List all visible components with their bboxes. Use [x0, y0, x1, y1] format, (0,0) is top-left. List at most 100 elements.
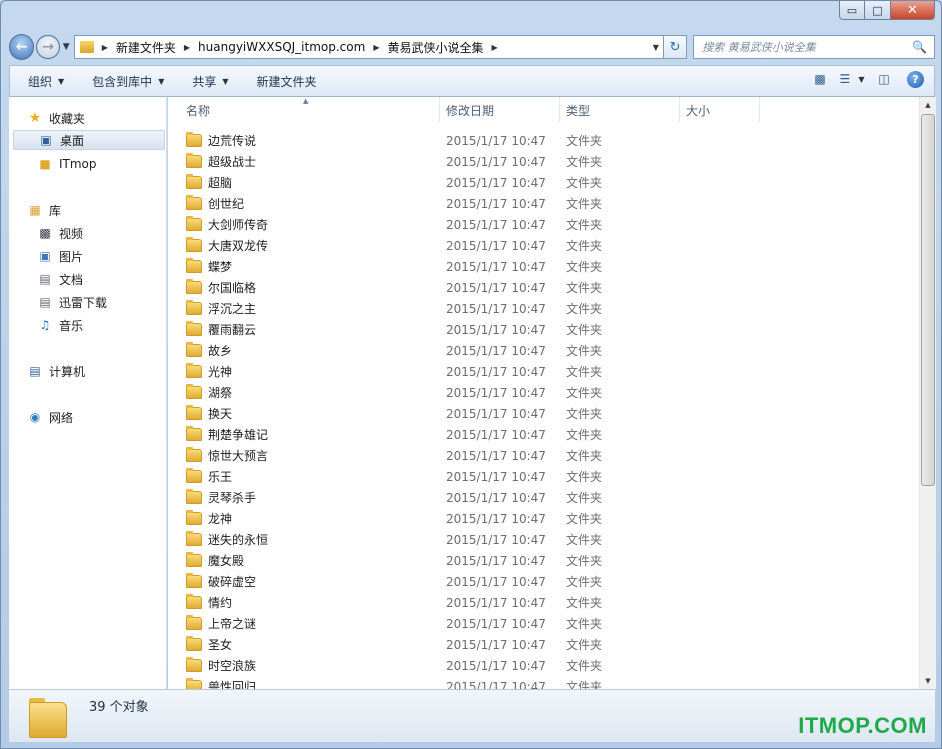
nav-documents[interactable]: ▤ 文档	[37, 269, 83, 289]
view-options-button[interactable]: ☰ ▼	[839, 70, 865, 88]
file-row[interactable]: 超级战士 2015/1/17 10:47 文件夹	[168, 151, 919, 172]
share-label: 共享	[192, 74, 217, 89]
file-row[interactable]: 龙神 2015/1/17 10:47 文件夹	[168, 508, 919, 529]
nav-pictures-label: 图片	[59, 249, 84, 264]
nav-music-label: 音乐	[59, 318, 84, 333]
nav-pictures[interactable]: ▣ 图片	[37, 246, 83, 266]
file-row[interactable]: 尔国临格 2015/1/17 10:47 文件夹	[168, 277, 919, 298]
nav-computer[interactable]: ▤ 计算机	[27, 361, 85, 381]
search-input[interactable]	[702, 40, 903, 54]
chevron-right-icon[interactable]: ▶	[373, 43, 379, 52]
file-list: ▲ 名称 修改日期 类型 大小 边荒传说 2015/1/17 10:47 文件夹 超级…	[168, 97, 919, 689]
address-bar[interactable]: ▶ 新建文件夹 ▶ huangyiWXXSQJ_itmop.com ▶ 黄易武侠…	[73, 35, 664, 59]
nav-itmop[interactable]: ■ ITmop	[37, 154, 96, 174]
file-row[interactable]: 迷失的永恒 2015/1/17 10:47 文件夹	[168, 529, 919, 550]
file-name: 兽性回归	[208, 680, 257, 689]
nav-libraries[interactable]: ▦ 库	[27, 200, 61, 220]
breadcrumb-item[interactable]: 黄易武侠小说全集	[387, 39, 483, 56]
file-date: 2015/1/17 10:47	[446, 469, 546, 484]
file-date: 2015/1/17 10:47	[446, 238, 546, 253]
nav-network[interactable]: ◉ 网络	[27, 407, 73, 427]
file-type: 文件夹	[566, 365, 603, 379]
file-row[interactable]: 荆楚争雄记 2015/1/17 10:47 文件夹	[168, 424, 919, 445]
scroll-up-button[interactable]: ▲	[920, 97, 936, 113]
nav-music[interactable]: ♫ 音乐	[37, 315, 83, 335]
file-row[interactable]: 情约 2015/1/17 10:47 文件夹	[168, 592, 919, 613]
file-row[interactable]: 湖祭 2015/1/17 10:47 文件夹	[168, 382, 919, 403]
preview-pane-icon[interactable]: ◫	[875, 70, 893, 88]
picture-icon: ▣	[39, 249, 51, 263]
chevron-right-icon[interactable]: ▶	[102, 43, 108, 52]
file-row[interactable]: 蝶梦 2015/1/17 10:47 文件夹	[168, 256, 919, 277]
file-row[interactable]: 惊世大预言 2015/1/17 10:47 文件夹	[168, 445, 919, 466]
folder-icon	[186, 237, 202, 252]
file-row[interactable]: 故乡 2015/1/17 10:47 文件夹	[168, 340, 919, 361]
include-library-button[interactable]: 包含到库中 ▼	[78, 69, 178, 93]
refresh-button[interactable]: ↻	[663, 35, 688, 59]
column-header-name[interactable]: ▲ 名称	[168, 97, 440, 123]
file-row[interactable]: 边荒传说 2015/1/17 10:47 文件夹	[168, 130, 919, 151]
file-row[interactable]: 兽性回归 2015/1/17 10:47 文件夹	[168, 676, 919, 689]
search-icon[interactable]: 🔍	[912, 40, 927, 54]
file-row[interactable]: 破碎虚空 2015/1/17 10:47 文件夹	[168, 571, 919, 592]
help-icon[interactable]: ?	[907, 70, 924, 88]
nav-desktop[interactable]: ▣ 桌面	[13, 130, 165, 150]
vertical-scrollbar[interactable]: ▲ ▼	[919, 97, 936, 689]
column-date-label: 修改日期	[446, 103, 495, 118]
folder-icon	[186, 405, 202, 420]
file-name: 超脑	[208, 176, 233, 190]
file-row[interactable]: 上帝之谜 2015/1/17 10:47 文件夹	[168, 613, 919, 634]
file-name-cell: 超脑	[168, 174, 440, 191]
maximize-button[interactable]: □	[865, 1, 891, 20]
arrow-down-icon: ▼	[925, 677, 931, 685]
file-row[interactable]: 灵琴杀手 2015/1/17 10:47 文件夹	[168, 487, 919, 508]
file-name: 湖祭	[208, 386, 233, 400]
file-name: 覆雨翻云	[208, 323, 257, 337]
folder-icon	[186, 132, 202, 147]
file-row[interactable]: 魔女殿 2015/1/17 10:47 文件夹	[168, 550, 919, 571]
breadcrumb-item[interactable]: 新建文件夹	[116, 39, 176, 56]
address-dropdown-icon[interactable]: ▼	[653, 43, 659, 52]
file-row[interactable]: 浮沉之主 2015/1/17 10:47 文件夹	[168, 298, 919, 319]
file-row[interactable]: 超脑 2015/1/17 10:47 文件夹	[168, 172, 919, 193]
nav-videos[interactable]: ▩ 视频	[37, 223, 83, 243]
minimize-button[interactable]: ▭	[839, 1, 865, 20]
arrow-up-icon: ▲	[925, 101, 931, 109]
chevron-right-icon[interactable]: ▶	[184, 43, 190, 52]
close-button[interactable]: ✕	[891, 1, 935, 20]
computer-icon: ▤	[29, 364, 41, 378]
file-type: 文件夹	[566, 176, 603, 190]
file-row[interactable]: 覆雨翻云 2015/1/17 10:47 文件夹	[168, 319, 919, 340]
recent-pages-dropdown[interactable]: ▼	[63, 42, 70, 52]
file-row[interactable]: 换天 2015/1/17 10:47 文件夹	[168, 403, 919, 424]
breadcrumb-item[interactable]: huangyiWXXSQJ_itmop.com	[198, 40, 365, 54]
file-row[interactable]: 圣女 2015/1/17 10:47 文件夹	[168, 634, 919, 655]
chevron-down-icon: ▼	[858, 74, 865, 84]
column-header-size[interactable]: 大小	[680, 97, 760, 123]
back-button[interactable]: ←	[9, 34, 35, 60]
download-folder-icon: ▤	[39, 295, 51, 309]
column-header-date[interactable]: 修改日期	[440, 97, 560, 123]
file-row[interactable]: 创世纪 2015/1/17 10:47 文件夹	[168, 193, 919, 214]
nav-xunlei[interactable]: ▤ 迅雷下载	[37, 292, 107, 312]
preview-file-icon[interactable]: ▩	[811, 70, 829, 88]
folder-icon	[186, 279, 202, 294]
file-row[interactable]: 乐王 2015/1/17 10:47 文件夹	[168, 466, 919, 487]
folder-icon	[186, 657, 202, 672]
details-view-icon: ☰	[839, 72, 851, 86]
forward-button[interactable]: →	[36, 35, 60, 59]
share-button[interactable]: 共享 ▼	[178, 69, 242, 93]
search-box[interactable]: 🔍	[693, 35, 935, 59]
file-row[interactable]: 大唐双龙传 2015/1/17 10:47 文件夹	[168, 235, 919, 256]
new-folder-button[interactable]: 新建文件夹	[243, 69, 331, 93]
file-row[interactable]: 光神 2015/1/17 10:47 文件夹	[168, 361, 919, 382]
column-header-type[interactable]: 类型	[560, 97, 680, 123]
file-row[interactable]: 时空浪族 2015/1/17 10:47 文件夹	[168, 655, 919, 676]
organize-button[interactable]: 组织 ▼	[14, 69, 78, 93]
folder-icon	[79, 41, 94, 53]
file-row[interactable]: 大剑师传奇 2015/1/17 10:47 文件夹	[168, 214, 919, 235]
scroll-thumb[interactable]	[921, 114, 935, 486]
chevron-right-icon[interactable]: ▶	[491, 43, 497, 52]
nav-favorites[interactable]: ★ 收藏夹	[27, 108, 85, 128]
scroll-down-button[interactable]: ▼	[920, 673, 936, 689]
